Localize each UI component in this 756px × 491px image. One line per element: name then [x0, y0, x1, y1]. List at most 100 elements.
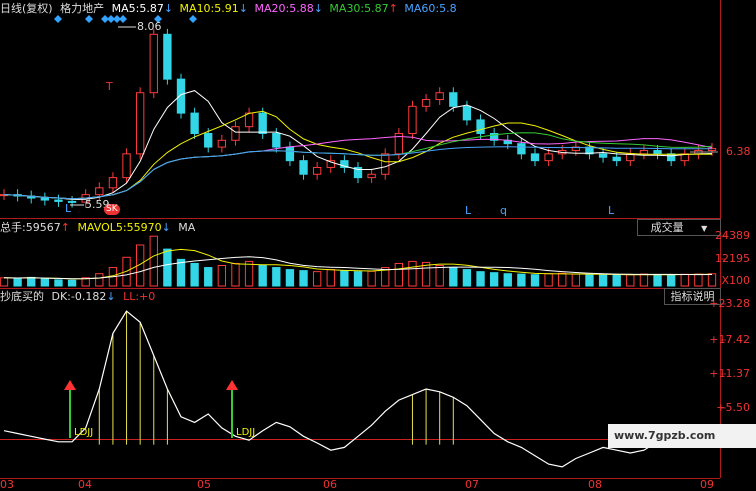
ma10-value: 5.91 [214, 2, 239, 15]
candle-body [462, 105, 472, 121]
candle-body [639, 149, 649, 155]
x-tick-09: 09 [700, 478, 714, 491]
volume-bar [285, 269, 295, 287]
indicator-title: 抄底买的 [0, 290, 44, 303]
candle-body [544, 153, 553, 162]
ma20-label: MA20: [254, 2, 290, 15]
candle-body [285, 146, 295, 162]
ma30-label: MA30: [329, 2, 365, 15]
mavol5-arrow: ↓ [161, 221, 171, 234]
candle-body [299, 160, 308, 175]
volume-axis-max: 24389 [715, 229, 750, 242]
mavol5-label: MAVOL5: [77, 221, 127, 234]
ma5-value: 5.87 [139, 2, 164, 15]
marker-l-1: L [65, 202, 72, 215]
sk-badge: SK [104, 204, 120, 215]
marker-q: q [500, 204, 507, 217]
x-tick-06: 06 [323, 478, 337, 491]
dk-line [3, 310, 713, 468]
candle-body [231, 126, 240, 141]
x-tick-04: 04 [78, 478, 92, 491]
x-tick-08: 08 [588, 478, 602, 491]
candle-body [149, 33, 158, 94]
volume-bar [408, 260, 417, 287]
candle-body [476, 119, 485, 134]
panel-grid [0, 0, 721, 479]
candle-body [40, 197, 50, 201]
volume-bar [530, 274, 540, 287]
volume-bar [54, 279, 63, 287]
volume-bar [204, 267, 213, 287]
volume-bar [585, 274, 594, 287]
candle-body [666, 153, 676, 162]
ll-value: +0 [139, 290, 156, 303]
ma30-arrow: ↑ [388, 2, 398, 15]
chart-header: 日线(复权) 格力地产 MA5:5.87↓ MA10:5.91↓ MA20:5.… [0, 2, 457, 16]
volume-bar [149, 235, 158, 287]
volume-bar [707, 273, 717, 287]
volume-bar [694, 273, 703, 287]
volume-bar [244, 260, 254, 287]
volume-bar [476, 271, 485, 287]
volume-bar [40, 278, 50, 287]
candle-body [421, 99, 431, 107]
candle-body [367, 173, 376, 179]
candle-body [176, 78, 186, 114]
x-tick-05: 05 [197, 478, 211, 491]
mavol5-value: 55970 [126, 221, 162, 234]
total-volume-value: 59567 [25, 221, 61, 234]
candle-body [135, 92, 145, 155]
signal-label-1: LDJJ [74, 427, 94, 438]
indicator-axis-4: +5.50 [716, 401, 750, 414]
candle-body [598, 153, 608, 158]
volume-bar [0, 277, 9, 287]
volume-bars [0, 235, 717, 287]
volume-bar [680, 273, 689, 287]
candle-body [381, 153, 390, 175]
volume-bar [67, 279, 77, 287]
marker-t: T [106, 80, 113, 93]
candle-body [108, 177, 118, 189]
candle-body [190, 112, 199, 134]
total-volume-arrow: ↑ [60, 221, 70, 234]
volume-bar [95, 273, 104, 287]
volume-bar [558, 272, 567, 287]
candle-body [312, 166, 322, 175]
candle-body [517, 143, 526, 155]
volume-bar [666, 274, 676, 287]
ma60-value: 5.8 [439, 2, 457, 15]
indicator-axis-3: +11.37 [709, 367, 750, 380]
volume-bar [394, 262, 404, 287]
dk-label: DK: [51, 290, 71, 303]
total-volume-label: 总手: [0, 221, 26, 234]
dk-series-line [3, 310, 713, 468]
volume-selector-button[interactable]: 成交量 ▼ [637, 219, 721, 236]
mavol10-label: MA [178, 221, 196, 234]
ma60-label: MA60: [404, 2, 440, 15]
indicator-axis-2: +17.42 [709, 333, 750, 346]
marker-l-2: L [465, 204, 472, 217]
volume-bar [190, 262, 199, 287]
x-tick-03: 03 [0, 478, 14, 491]
candle-body [435, 92, 444, 101]
volume-bar [353, 271, 363, 287]
volume-axis-unit: X100 [721, 274, 750, 287]
ma20-value: 5.88 [289, 2, 314, 15]
chevron-down-icon: ▼ [701, 224, 708, 233]
volume-bar [231, 262, 240, 287]
ll-label: LL: [123, 290, 140, 303]
candle-body [54, 199, 63, 202]
volume-bar [653, 274, 662, 287]
ma10-label: MA10: [179, 2, 215, 15]
dk-value: -0.182 [70, 290, 107, 303]
stock-chart-canvas[interactable] [0, 0, 756, 487]
volume-axis-mid: 12195 [715, 252, 750, 265]
ma5-label: MA5: [111, 2, 140, 15]
candle-body [449, 92, 458, 107]
volume-bar [626, 274, 635, 287]
watermark: www.7gpzb.com [608, 424, 756, 448]
candle-body [653, 149, 662, 155]
period-label[interactable]: 日线(复权) [0, 2, 53, 15]
price-candles [0, 28, 717, 208]
dk-histogram [98, 311, 454, 445]
